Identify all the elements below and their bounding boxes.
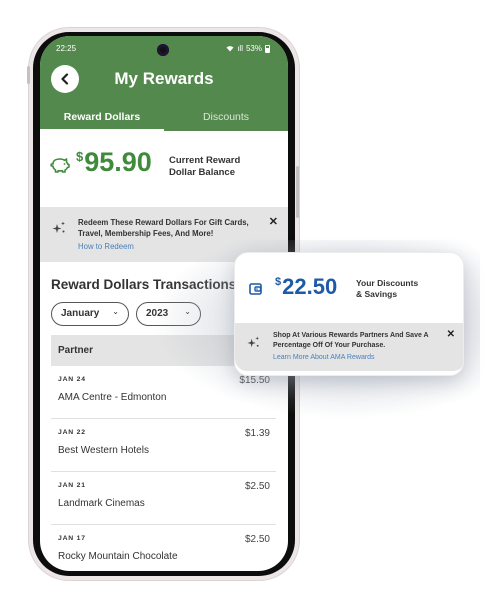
transaction-amount: $2.50 bbox=[244, 481, 270, 492]
discounts-label-line2: & Savings bbox=[356, 289, 398, 299]
balance-label: Current Reward Dollar Balance bbox=[169, 155, 279, 179]
transaction-partner: AMA Centre - Edmonton bbox=[58, 392, 167, 403]
table-row[interactable]: JAN 21 Landmark Cinemas $2.50 bbox=[51, 472, 276, 525]
transaction-amount: $15.50 bbox=[239, 375, 270, 386]
balance-amount: $95.90 bbox=[76, 147, 152, 178]
tab-bar: Reward Dollars Discounts bbox=[40, 108, 288, 131]
discounts-banner: Shop At Various Rewards Partners And Sav… bbox=[235, 323, 463, 371]
banner-message: Redeem These Reward Dollars For Gift Car… bbox=[78, 218, 249, 238]
transaction-partner: Best Western Hotels bbox=[58, 445, 149, 456]
wallet-icon bbox=[249, 283, 262, 295]
balance-value: 95.90 bbox=[84, 147, 152, 177]
chevron-down-icon: ⌄ bbox=[184, 307, 191, 316]
chevron-down-icon: ⌄ bbox=[112, 307, 119, 316]
discounts-amount: $22.50 bbox=[275, 274, 337, 300]
status-bar: 22:25 ıll 53% bbox=[40, 44, 288, 58]
close-icon[interactable]: ✕ bbox=[447, 329, 455, 340]
transaction-date: JAN 22 bbox=[58, 429, 86, 436]
camera-icon bbox=[157, 44, 169, 56]
transaction-partner: Rocky Mountain Chocolate bbox=[58, 551, 178, 562]
battery-percent: 53% bbox=[245, 44, 262, 53]
sparkle-icon bbox=[247, 336, 260, 348]
year-value: 2023 bbox=[146, 308, 169, 319]
status-time: 22:25 bbox=[56, 44, 77, 53]
page-title: My Rewards bbox=[114, 69, 214, 88]
transaction-date: JAN 17 bbox=[58, 535, 86, 542]
transactions-title: Reward Dollars Transactions bbox=[51, 277, 237, 292]
close-icon[interactable]: ✕ bbox=[269, 215, 278, 228]
how-to-redeem-link[interactable]: How to Redeem bbox=[78, 242, 134, 251]
reward-balance: $95.90 Current Reward Dollar Balance bbox=[40, 131, 288, 207]
transaction-partner: Landmark Cinemas bbox=[58, 498, 145, 509]
transaction-amount: $1.39 bbox=[244, 428, 270, 439]
discounts-label: Your Discounts & Savings bbox=[356, 278, 418, 300]
transaction-date: JAN 21 bbox=[58, 482, 86, 489]
table-row[interactable]: JAN 22 Best Western Hotels $1.39 bbox=[51, 419, 276, 472]
balance-currency: $ bbox=[76, 149, 84, 164]
discounts-card: $22.50 Your Discounts & Savings Shop At … bbox=[234, 252, 464, 376]
piggy-bank-icon bbox=[50, 158, 70, 173]
signal-icon: ıll bbox=[237, 44, 243, 53]
month-value: January bbox=[61, 308, 100, 319]
wifi-icon bbox=[226, 46, 234, 52]
discounts-value: 22.50 bbox=[282, 274, 338, 299]
month-select[interactable]: January ⌄ bbox=[51, 302, 129, 326]
tab-discounts[interactable]: Discounts bbox=[164, 108, 288, 131]
learn-more-link[interactable]: Learn More About AMA Rewards bbox=[273, 354, 375, 361]
battery-icon bbox=[265, 44, 270, 53]
sparkle-icon bbox=[52, 221, 65, 233]
balance-label-line2: Dollar Balance bbox=[169, 167, 235, 178]
phone-side-button-right bbox=[296, 166, 299, 218]
transaction-amount: $2.50 bbox=[244, 534, 270, 545]
discounts-label-line1: Your Discounts bbox=[356, 278, 419, 288]
table-row[interactable]: JAN 17 Rocky Mountain Chocolate $2.50 bbox=[51, 525, 276, 571]
status-indicators: ıll 53% bbox=[226, 44, 270, 53]
transaction-date: JAN 24 bbox=[58, 376, 86, 383]
year-select[interactable]: 2023 ⌄ bbox=[136, 302, 201, 326]
app-header: 22:25 ıll 53% My Rewards Reward Dollars … bbox=[40, 36, 288, 131]
balance-label-line1: Current Reward bbox=[169, 155, 241, 166]
phone-side-button-left bbox=[27, 66, 30, 84]
discounts-currency: $ bbox=[275, 276, 282, 288]
tab-reward-dollars[interactable]: Reward Dollars bbox=[40, 108, 164, 131]
discounts-banner-message: Shop At Various Rewards Partners And Sav… bbox=[273, 332, 429, 349]
